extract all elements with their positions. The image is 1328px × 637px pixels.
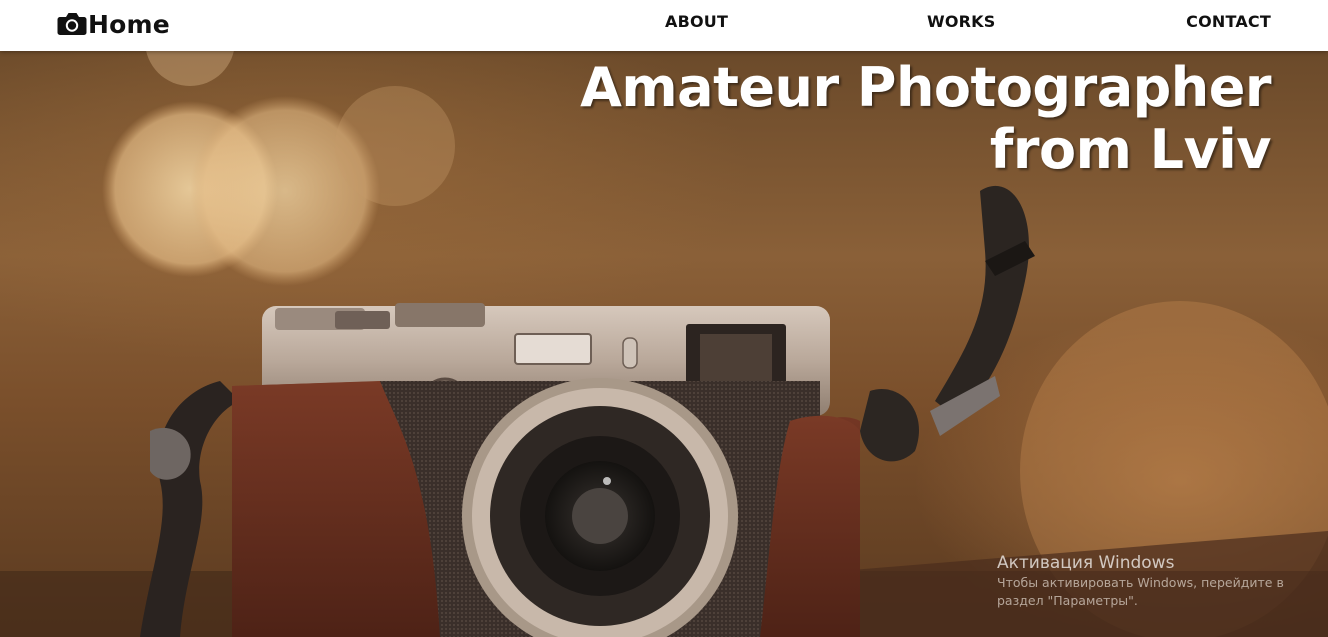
windows-activation-watermark: Активация Windows Чтобы активировать Win… — [997, 552, 1317, 610]
hero-title-line2: from Lviv — [989, 118, 1272, 181]
watermark-title: Активация Windows — [997, 553, 1175, 573]
home-link[interactable]: Home — [57, 8, 170, 40]
watermark-line1: Чтобы активировать Windows, перейдите в — [997, 575, 1284, 590]
hero-section: Amateur Photographer from Lviv Активация… — [0, 51, 1328, 637]
hero-title: Amateur Photographer from Lviv — [551, 57, 1271, 181]
nav-contact-link[interactable]: CONTACT — [1186, 12, 1271, 31]
home-label: Home — [88, 9, 170, 39]
camera-icon — [57, 11, 87, 37]
nav-works-link[interactable]: WORKS — [927, 12, 996, 31]
watermark-line2: раздел "Параметры". — [997, 593, 1138, 608]
nav-about-link[interactable]: ABOUT — [665, 12, 728, 31]
page: Home ABOUT WORKS CONTACT Amateur Photogr… — [0, 0, 1328, 637]
navbar: Home ABOUT WORKS CONTACT — [0, 0, 1328, 51]
hero-title-line1: Amateur Photographer — [580, 56, 1271, 119]
